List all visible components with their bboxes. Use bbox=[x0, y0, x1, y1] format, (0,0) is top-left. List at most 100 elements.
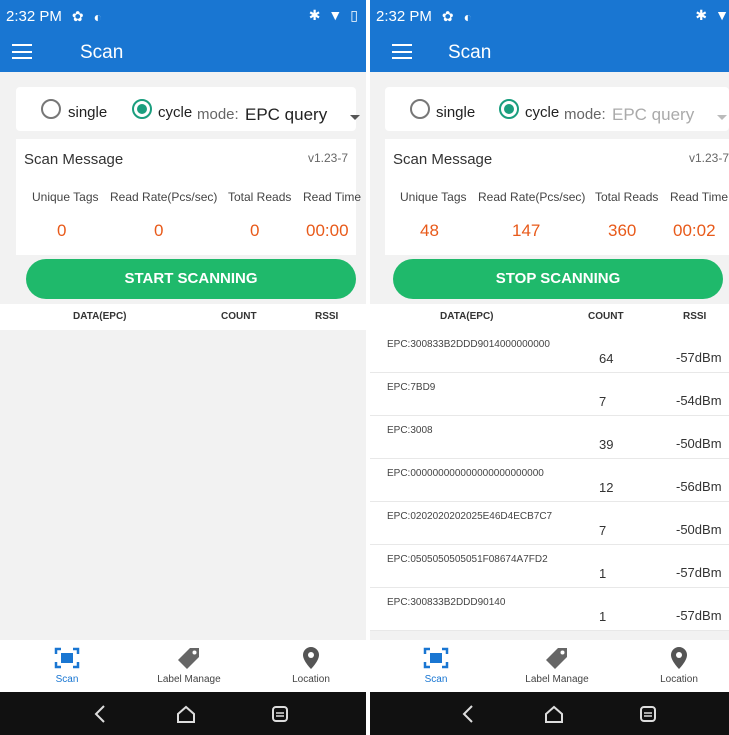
location-pin-icon bbox=[303, 647, 319, 669]
stop-scanning-button[interactable]: STOP SCANNING bbox=[393, 259, 723, 299]
unique-tags-label: Unique Tags bbox=[32, 190, 99, 204]
mode-label: mode: bbox=[564, 106, 606, 123]
table-header: DATA(EPC) COUNT RSSI bbox=[370, 304, 729, 330]
table-row[interactable]: EPC:7BD9 7 -54dBm bbox=[370, 373, 729, 416]
table-row[interactable]: EPC:3008 39 -50dBm bbox=[370, 416, 729, 459]
back-icon[interactable] bbox=[92, 705, 108, 723]
single-radio[interactable] bbox=[41, 99, 61, 119]
tag-icon bbox=[546, 648, 567, 669]
bottom-navigation: Scan Label Manage Location bbox=[0, 640, 366, 692]
scan-message-title: Scan Message bbox=[393, 151, 493, 168]
status-time: 2:32 PM bbox=[6, 8, 62, 25]
scan-message-title: Scan Message bbox=[24, 151, 124, 168]
table-row[interactable]: EPC:0505050505051F08674A7FD2 1 -57dBm bbox=[370, 545, 729, 588]
system-navigation-bar bbox=[0, 692, 366, 735]
menu-icon[interactable] bbox=[12, 44, 32, 59]
count-cell: 1 bbox=[599, 566, 607, 581]
status-icons: ✱ ▼ bbox=[695, 7, 729, 24]
bluetooth-icon: ✱ bbox=[695, 7, 708, 23]
count-column-header: COUNT bbox=[221, 311, 257, 322]
epc-column-header: DATA(EPC) bbox=[440, 311, 494, 322]
wifi-icon: ▼ bbox=[328, 7, 343, 23]
app-bar: 2:32 PM ✿ ◐ ✱ ▼ ▯ Scan bbox=[0, 0, 366, 72]
menu-icon[interactable] bbox=[392, 44, 412, 59]
nav-item-label-manage[interactable]: Label Manage bbox=[134, 640, 244, 685]
unique-tags-label: Unique Tags bbox=[400, 190, 467, 204]
nav-label-label-manage: Label Manage bbox=[525, 674, 589, 685]
single-label: single bbox=[436, 104, 476, 121]
nav-item-label-manage[interactable]: Label Manage bbox=[502, 640, 612, 685]
table-row[interactable]: EPC:000000000000000000000000 12 -56dBm bbox=[370, 459, 729, 502]
total-reads-label: Total Reads bbox=[228, 190, 292, 204]
mode-label: mode: bbox=[197, 106, 239, 123]
settings-gear-icon: ✿ bbox=[71, 8, 84, 24]
status-time: 2:32 PM bbox=[376, 8, 432, 25]
app-bar: 2:32 PM ✿ ◐ ✱ ▼ Scan bbox=[370, 0, 729, 72]
scan-icon bbox=[54, 647, 80, 669]
epc-cell: EPC:000000000000000000000000 bbox=[387, 468, 544, 479]
rssi-cell: -57dBm bbox=[676, 565, 722, 580]
rssi-cell: -57dBm bbox=[676, 350, 722, 365]
nav-item-location[interactable]: Location bbox=[624, 640, 729, 685]
scan-screen-active: 2:32 PM ✿ ◐ ✱ ▼ Scan single cycle mode: … bbox=[370, 0, 729, 735]
read-time-value: 00:00 bbox=[306, 221, 349, 240]
cycle-radio[interactable] bbox=[132, 99, 152, 119]
unique-tags-value: 0 bbox=[57, 221, 67, 240]
nav-item-scan[interactable]: Scan bbox=[381, 640, 491, 685]
table-row[interactable]: EPC:0202020202025E46D4ECB7C7 7 -50dBm bbox=[370, 502, 729, 545]
recents-icon[interactable] bbox=[271, 705, 289, 723]
count-cell: 7 bbox=[599, 394, 607, 409]
version-label: v1.23-7 bbox=[688, 151, 729, 165]
chevron-down-icon[interactable] bbox=[350, 115, 360, 120]
table-header: DATA(EPC) COUNT RSSI bbox=[0, 304, 366, 330]
total-reads-value: 360 bbox=[608, 221, 637, 240]
count-column-header: COUNT bbox=[588, 311, 624, 322]
rssi-cell: -54dBm bbox=[676, 393, 722, 408]
single-radio[interactable] bbox=[410, 99, 430, 119]
cycle-radio[interactable] bbox=[499, 99, 519, 119]
count-cell: 1 bbox=[599, 609, 607, 624]
table-row[interactable]: EPC:300833B2DDD90140 1 -57dBm bbox=[370, 588, 729, 631]
epc-cell: EPC:300833B2DDD90140 bbox=[387, 597, 506, 608]
nav-label-location: Location bbox=[660, 674, 698, 685]
bottom-navigation: Scan Label Manage Location bbox=[370, 640, 729, 692]
epc-cell: EPC:0202020202025E46D4ECB7C7 bbox=[387, 511, 553, 522]
nav-label-location: Location bbox=[292, 674, 330, 685]
epc-cell: EPC:7BD9 bbox=[387, 382, 436, 393]
app-notification-icon: ◐ bbox=[93, 8, 103, 25]
battery-icon: ▯ bbox=[350, 7, 358, 23]
mode-select[interactable]: EPC query bbox=[245, 105, 327, 125]
epc-cell: EPC:0505050505051F08674A7FD2 bbox=[387, 554, 548, 565]
app-notification-icon: ◐ bbox=[463, 8, 473, 25]
home-icon[interactable] bbox=[176, 705, 196, 723]
total-reads-value: 0 bbox=[250, 221, 260, 240]
home-icon[interactable] bbox=[544, 705, 564, 723]
rssi-column-header: RSSI bbox=[683, 311, 707, 322]
nav-item-scan[interactable]: Scan bbox=[12, 640, 122, 685]
mode-selector-card: single cycle mode: EPC query bbox=[385, 87, 729, 131]
tag-icon bbox=[178, 648, 199, 669]
nav-item-location[interactable]: Location bbox=[256, 640, 366, 685]
start-scanning-button[interactable]: START SCANNING bbox=[26, 259, 356, 299]
total-reads-label: Total Reads bbox=[595, 190, 659, 204]
system-navigation-bar bbox=[370, 692, 729, 735]
page-title: Scan bbox=[448, 42, 492, 63]
version-label: v1.23-7 bbox=[307, 151, 348, 165]
recents-icon[interactable] bbox=[639, 705, 657, 723]
scan-message-card: Scan Message v1.23-7 Unique Tags Read Ra… bbox=[385, 139, 729, 255]
read-time-label: Read Time bbox=[303, 190, 362, 204]
rssi-cell: -57dBm bbox=[676, 608, 722, 623]
read-rate-value: 0 bbox=[154, 221, 164, 240]
location-pin-icon bbox=[671, 647, 687, 669]
single-label: single bbox=[68, 104, 108, 121]
cycle-label: cycle bbox=[158, 104, 193, 121]
count-cell: 12 bbox=[599, 480, 614, 495]
rssi-cell: -50dBm bbox=[676, 522, 722, 537]
bluetooth-icon: ✱ bbox=[308, 7, 321, 23]
tag-list[interactable]: EPC:300833B2DDD9014000000000 64 -57dBm EPC:… bbox=[370, 330, 729, 631]
status-bar: 2:32 PM ✿ ◐ bbox=[376, 8, 472, 25]
back-icon[interactable] bbox=[460, 705, 476, 723]
epc-column-header: DATA(EPC) bbox=[73, 311, 127, 322]
table-row[interactable]: EPC:300833B2DDD9014000000000 64 -57dBm bbox=[370, 330, 729, 373]
read-rate-label: Read Rate(Pcs/sec) bbox=[478, 190, 586, 204]
